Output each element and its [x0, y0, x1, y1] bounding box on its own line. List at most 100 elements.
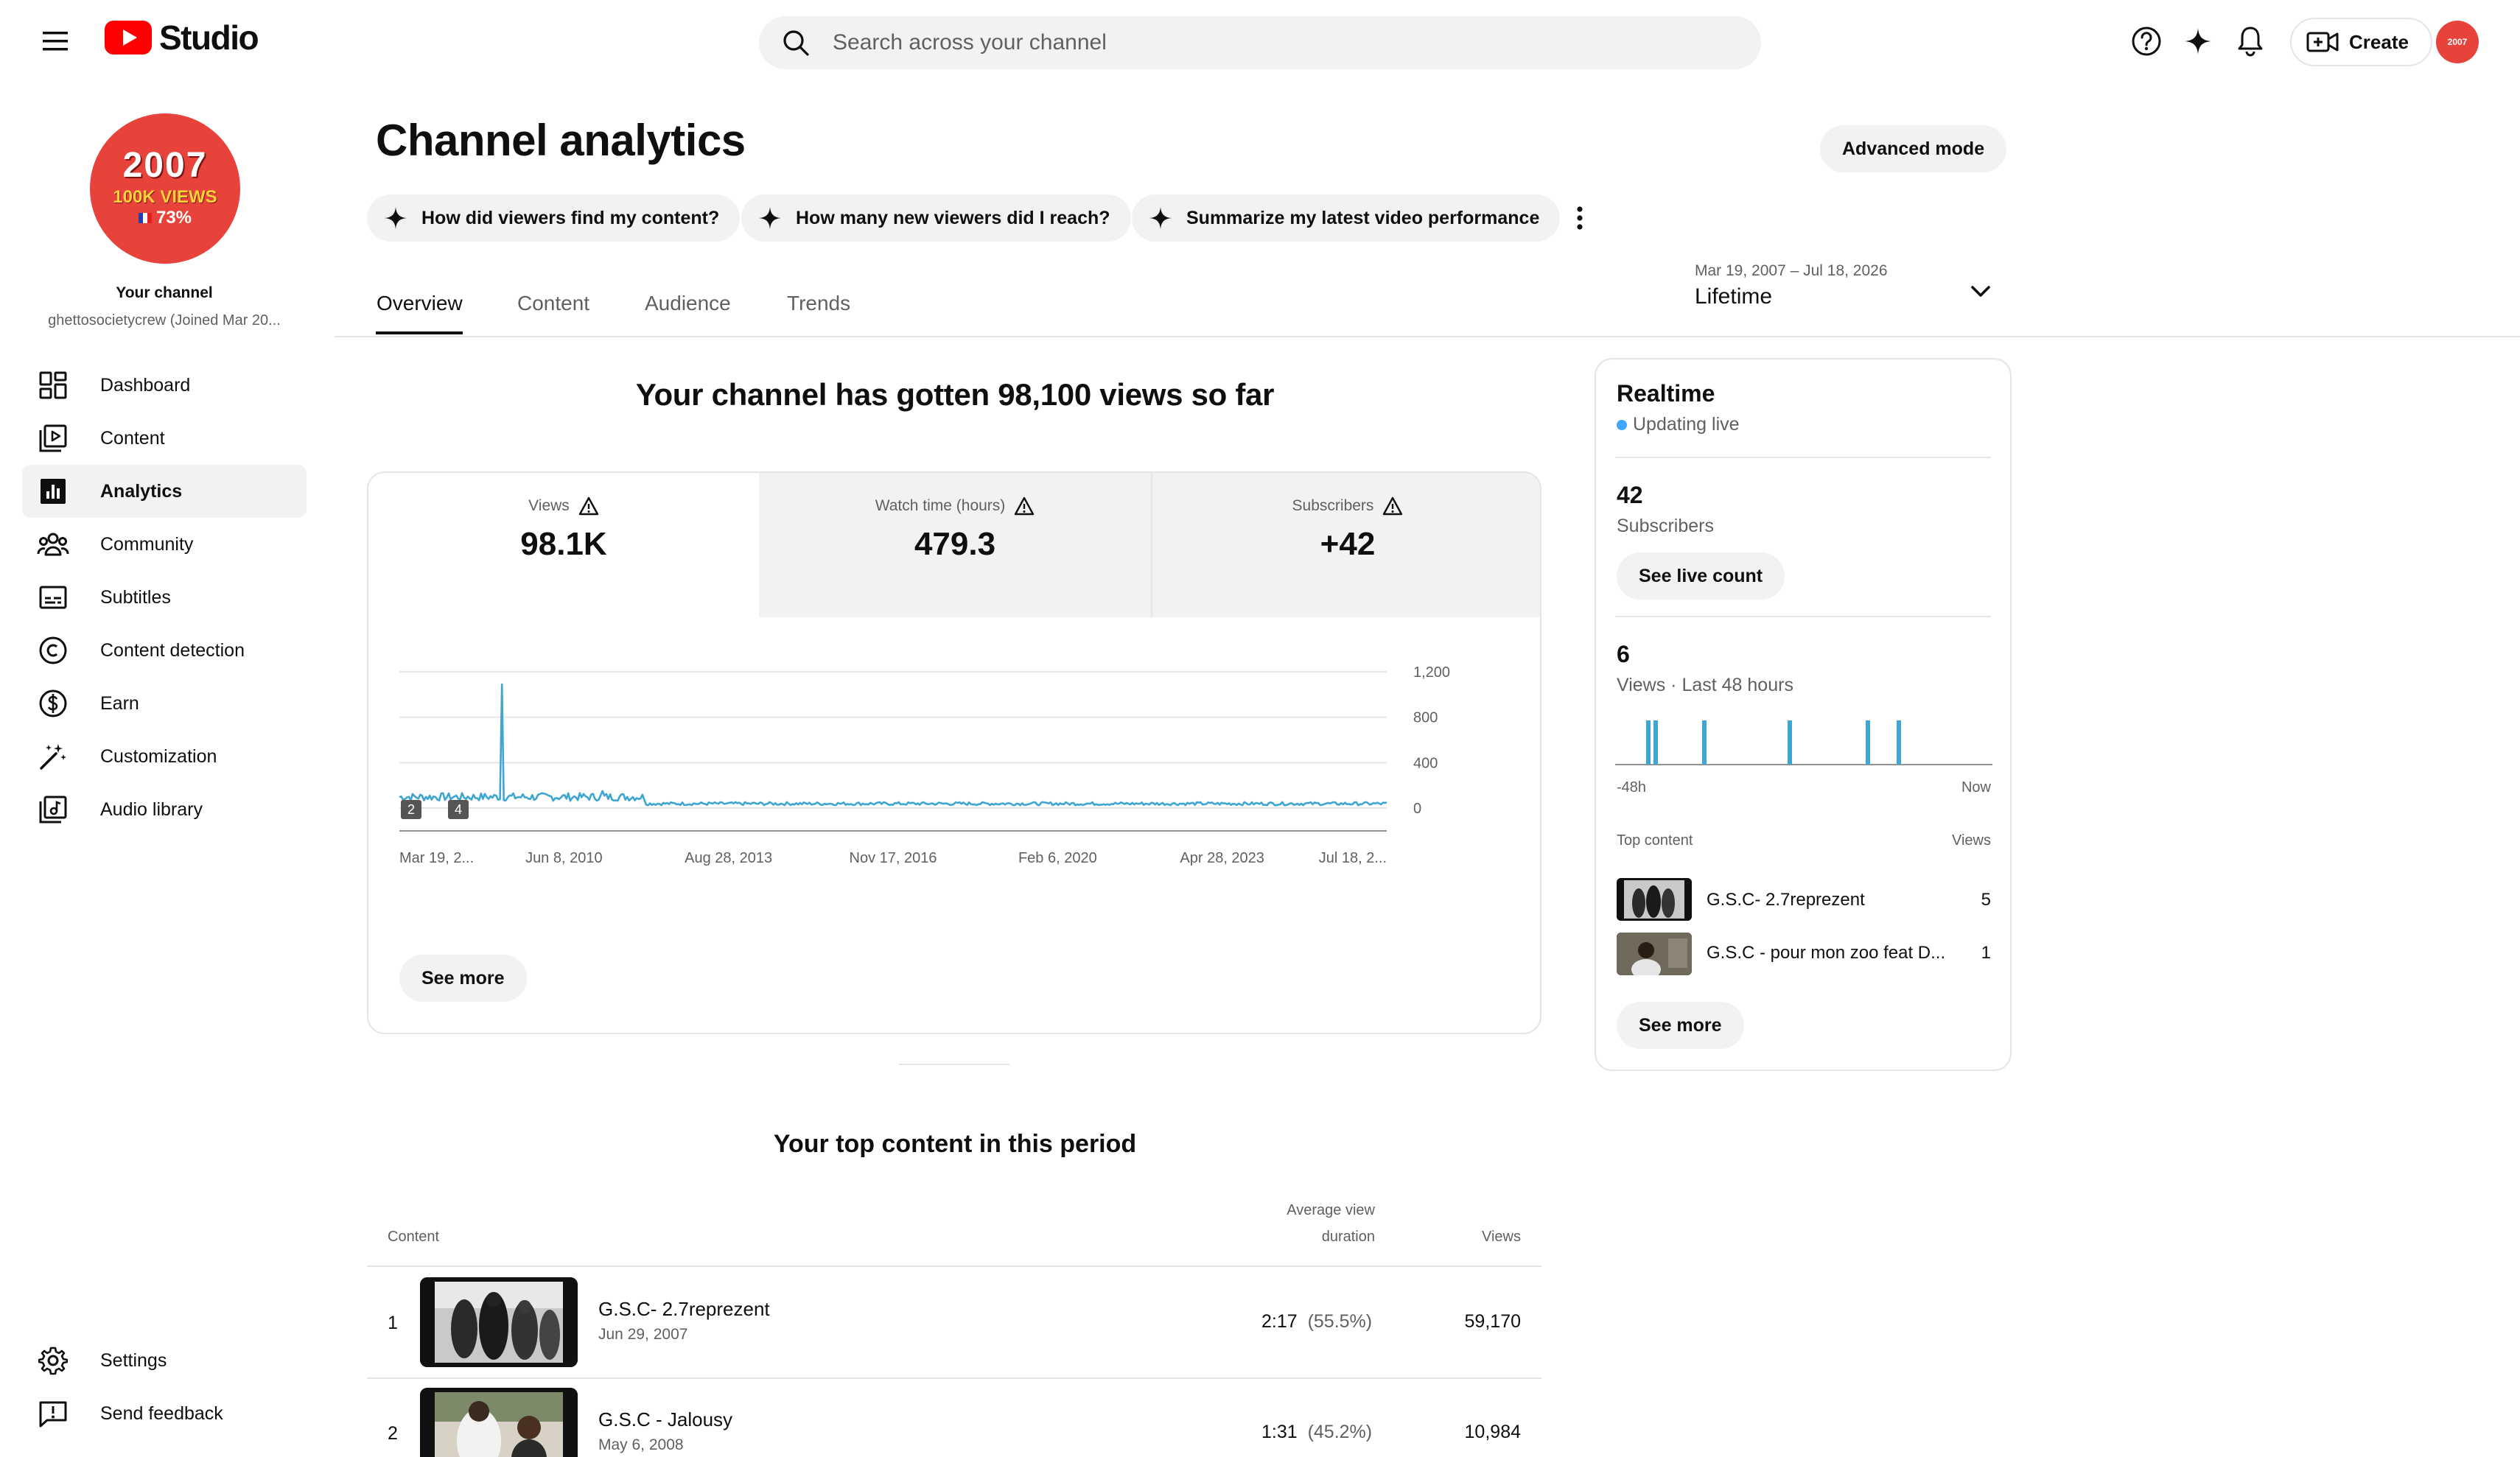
chart-marker-4[interactable]: 4 — [448, 800, 469, 819]
sparkle-ai-icon[interactable] — [2177, 21, 2219, 62]
studio-logo[interactable]: Studio — [105, 18, 259, 57]
realtime-subscribers-value: 42 — [1617, 482, 1643, 508]
chart-y-tick-label: 0 — [1413, 801, 1421, 817]
tab-content[interactable]: Content — [517, 292, 589, 315]
chart-x-tick-label: Apr 28, 2023 — [1180, 850, 1264, 866]
realtime-views-bar-chart — [1615, 720, 1992, 765]
metric-views[interactable]: Views 98.1K — [368, 473, 759, 617]
chart-marker-2[interactable]: 2 — [401, 800, 421, 819]
realtime-bar — [1788, 720, 1792, 765]
video-thumbnail[interactable] — [1617, 933, 1692, 975]
sidebar-item-earn[interactable]: Earn — [22, 677, 307, 730]
france-flag-icon — [138, 213, 152, 224]
sidebar-item-analytics[interactable]: Analytics — [22, 465, 307, 518]
avd-value: 1:31 — [1261, 1422, 1298, 1442]
studio-logo-text: Studio — [159, 18, 259, 57]
create-button[interactable]: Create — [2290, 18, 2432, 66]
hamburger-menu-icon[interactable] — [37, 25, 74, 57]
col-header-avd-line2[interactable]: duration — [1223, 1229, 1375, 1246]
metric-watch-time[interactable]: Watch time (hours) 479.3 — [759, 473, 1151, 617]
help-icon[interactable] — [2126, 21, 2167, 62]
sparkle-icon — [1149, 206, 1172, 230]
avg-view-duration: 1:31 (45.2%) — [1261, 1422, 1372, 1443]
metric-subscribers[interactable]: Subscribers +42 — [1151, 473, 1540, 617]
account-avatar[interactable]: 2007 — [2436, 21, 2479, 63]
realtime-top-item[interactable]: G.S.C - pour mon zoo feat D... 1 — [1617, 933, 1991, 977]
account-avatar-text: 2007 — [2447, 37, 2468, 47]
more-options-icon[interactable] — [1565, 197, 1595, 239]
views-line-chart: 1,200 800 400 0 Mar 19, 2... Jun 8, 2010 Aug … — [399, 664, 1450, 866]
realtime-item-title[interactable]: G.S.C- 2.7reprezent — [1707, 890, 1865, 910]
realtime-item-title[interactable]: G.S.C - pour mon zoo feat D... — [1707, 943, 1945, 963]
video-title[interactable]: G.S.C- 2.7reprezent — [598, 1298, 770, 1321]
video-thumbnail[interactable] — [1617, 878, 1692, 921]
channel-avatar[interactable]: 2007 100K VIEWS 73% — [90, 113, 240, 264]
sidebar-item-audio-library[interactable]: Audio library — [22, 783, 307, 836]
tabs-divider — [335, 336, 2520, 337]
sidebar-item-dashboard[interactable]: Dashboard — [22, 359, 307, 412]
sidebar-item-label: Dashboard — [100, 374, 191, 396]
page-title: Channel analytics — [376, 116, 746, 165]
realtime-see-more-button[interactable]: See more — [1617, 1002, 1744, 1049]
col-header-avd-line1[interactable]: Average view — [1223, 1202, 1375, 1219]
sidebar-item-label: Subtitles — [100, 586, 171, 608]
sidebar-item-subtitles[interactable]: Subtitles — [22, 571, 307, 624]
sidebar-item-label: Audio library — [100, 798, 203, 820]
sidebar-item-label: Content — [100, 427, 165, 449]
row-rank: 1 — [388, 1313, 398, 1333]
date-range-text: Mar 19, 2007 – Jul 18, 2026 — [1695, 262, 1888, 279]
table-row[interactable]: 2 G.S.C - Jalousy May 6, 2008 1:31 (45.2… — [367, 1379, 1541, 1457]
marker-label: 2 — [407, 802, 415, 817]
chart-grid — [399, 671, 1387, 832]
video-thumbnail[interactable] — [420, 1388, 578, 1457]
sidebar-item-customization[interactable]: Customization — [22, 730, 307, 783]
video-title[interactable]: G.S.C - Jalousy — [598, 1408, 732, 1431]
avd-percent: (55.5%) — [1307, 1311, 1373, 1332]
chart-x-tick-label: Jul 18, 2... — [1319, 850, 1387, 866]
search-input[interactable] — [833, 30, 1717, 55]
chart-y-ticks: 1,200 800 400 0 — [1413, 664, 1450, 817]
realtime-item-views: 1 — [1981, 943, 1991, 963]
sidebar-item-content[interactable]: Content — [22, 412, 307, 465]
channel-handle: ghettosocietycrew (Joined Mar 20... — [48, 312, 281, 329]
col-header-views[interactable]: Views — [1444, 1229, 1521, 1246]
ai-chip-summarize[interactable]: Summarize my latest video performance — [1132, 194, 1561, 242]
chart-x-tick-label: Feb 6, 2020 — [1018, 850, 1097, 866]
create-video-icon — [2306, 32, 2339, 52]
ai-chip-find-content[interactable]: How did viewers find my content? — [367, 194, 741, 242]
chart-y-tick-label: 1,200 — [1413, 664, 1450, 681]
gear-icon — [37, 1344, 69, 1377]
video-thumbnail[interactable] — [420, 1277, 578, 1367]
see-live-count-button[interactable]: See live count — [1617, 552, 1785, 600]
sidebar-item-content-detection[interactable]: Content detection — [22, 624, 307, 677]
sidebar-item-label: Send feedback — [100, 1402, 223, 1424]
overview-see-more-button[interactable]: See more — [399, 955, 527, 1002]
tab-audience[interactable]: Audience — [645, 292, 731, 315]
metric-label: Subscribers — [1292, 497, 1374, 514]
table-row[interactable]: 1 G.S.C- 2.7reprezent Jun 29, 2007 2:17 … — [367, 1267, 1541, 1377]
tab-trends[interactable]: Trends — [787, 292, 850, 315]
chart-x-tick-label: Jun 8, 2010 — [525, 850, 603, 866]
advanced-mode-button[interactable]: Advanced mode — [1820, 125, 2007, 172]
chart-series-line-views — [399, 683, 1387, 807]
channel-avatar-views: 100K VIEWS — [113, 187, 217, 208]
ai-chip-new-viewers[interactable]: How many new viewers did I reach? — [741, 194, 1131, 242]
marker-label: 4 — [455, 802, 462, 817]
channel-avatar-year: 2007 — [122, 146, 208, 186]
video-date: May 6, 2008 — [598, 1436, 684, 1453]
realtime-axis-end: Now — [1961, 779, 1991, 796]
sidebar-item-send-feedback[interactable]: Send feedback — [22, 1387, 307, 1440]
content-icon — [37, 422, 69, 454]
sidebar-item-settings[interactable]: Settings — [22, 1334, 307, 1387]
section-separator — [899, 1064, 1009, 1065]
chevron-down-icon[interactable] — [1964, 275, 1997, 308]
tab-overview[interactable]: Overview — [377, 292, 463, 315]
date-period-label[interactable]: Lifetime — [1695, 284, 1772, 309]
live-dot-icon — [1617, 419, 1627, 430]
sidebar-item-label: Community — [100, 533, 194, 555]
sidebar-item-community[interactable]: Community — [22, 518, 307, 571]
realtime-top-item[interactable]: G.S.C- 2.7reprezent 5 — [1617, 878, 1991, 922]
magic-wand-icon — [37, 740, 69, 773]
search-bar[interactable] — [759, 16, 1761, 69]
notifications-bell-icon[interactable] — [2230, 21, 2271, 62]
